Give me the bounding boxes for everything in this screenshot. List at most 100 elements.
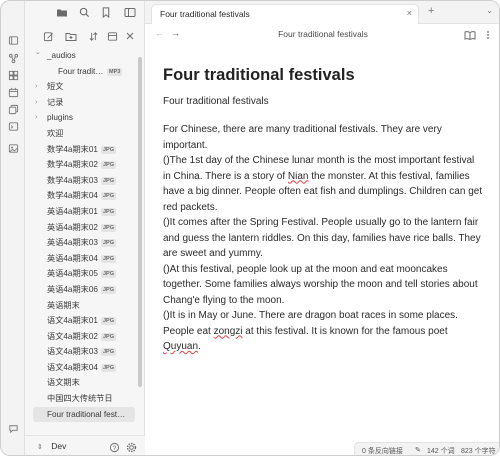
sidebar-header bbox=[25, 1, 145, 23]
sort-icon[interactable] bbox=[86, 29, 100, 43]
view-header: ← → Four traditional festivals bbox=[145, 24, 499, 45]
file-extension-badge: JPG bbox=[101, 192, 117, 201]
note-document[interactable]: Four traditional festivals Four traditio… bbox=[163, 65, 483, 355]
folder-item[interactable]: › 短文 bbox=[25, 79, 139, 95]
chevron-updown-icon: ⇕ bbox=[37, 444, 43, 451]
note-subtitle[interactable]: Four traditional festivals bbox=[163, 95, 483, 108]
tree-item-label: 记录 bbox=[47, 97, 64, 107]
help-icon[interactable]: ? bbox=[107, 440, 121, 454]
paragraph-text: For Chinese, there are many traditional … bbox=[163, 124, 442, 151]
chevron-right-icon[interactable]: › bbox=[35, 79, 37, 95]
file-item[interactable]: 语文期末 bbox=[25, 375, 139, 391]
breadcrumb-title[interactable]: Four traditional festivals bbox=[145, 29, 499, 39]
file-item[interactable]: 英语4a期末05 JPG bbox=[25, 266, 139, 282]
file-item[interactable]: Four tradit… MP3 bbox=[25, 64, 139, 80]
vault-footer: ⇕ Dev ? bbox=[25, 435, 145, 455]
search-icon[interactable] bbox=[77, 5, 91, 19]
image-icon[interactable] bbox=[6, 141, 20, 155]
chevron-right-icon[interactable]: › bbox=[35, 95, 37, 111]
bookmark-icon[interactable] bbox=[99, 5, 113, 19]
note-paragraph[interactable]: ()It comes after the Spring Festival. Pe… bbox=[163, 215, 483, 262]
copy-icon[interactable] bbox=[6, 102, 20, 116]
graph-icon[interactable] bbox=[6, 51, 20, 65]
tree-item-label: 语文4a期末03 bbox=[47, 347, 98, 357]
collapse-icon[interactable] bbox=[105, 29, 119, 43]
chat-icon[interactable] bbox=[6, 421, 20, 435]
chevron-down-icon[interactable]: ⌄ bbox=[35, 48, 41, 61]
backlinks-count[interactable]: 0 条反向链接 bbox=[362, 446, 403, 455]
tree-item-label: 欢迎 bbox=[47, 128, 64, 138]
reading-view-icon[interactable] bbox=[463, 28, 477, 42]
folder-item[interactable]: › plugins bbox=[25, 110, 139, 126]
file-tree: ⌄ _audios Four tradit… MP3 › 短文 › 记录 › plugins 欢迎数… bbox=[25, 48, 139, 423]
tree-item-label: 英语4a期末06 bbox=[47, 284, 98, 294]
new-note-icon[interactable] bbox=[41, 29, 55, 43]
tree-item-label: 数学4a期末04 bbox=[47, 191, 98, 201]
sidebar-toggle-icon[interactable] bbox=[123, 5, 137, 19]
note-paragraph[interactable]: ()It is in May or June. There are dragon… bbox=[163, 308, 483, 355]
file-item[interactable]: 英语4a期末02 JPG bbox=[25, 220, 139, 236]
file-item[interactable]: 语文4a期末03 JPG bbox=[25, 344, 139, 360]
file-item[interactable]: 欢迎 bbox=[25, 126, 139, 142]
file-item[interactable]: 英语4a期末04 JPG bbox=[25, 251, 139, 267]
file-extension-badge: JPG bbox=[101, 223, 117, 232]
file-item[interactable]: 中国四大传统节日 bbox=[25, 391, 139, 407]
tree-item-label: 英语4a期末04 bbox=[47, 253, 98, 263]
file-item[interactable]: 英语4a期末01 JPG bbox=[25, 204, 139, 220]
tab-close-icon[interactable]: × bbox=[407, 8, 412, 18]
file-extension-badge: JPG bbox=[101, 161, 117, 170]
note-paragraph[interactable]: For Chinese, there are many traditional … bbox=[163, 122, 483, 153]
file-item[interactable]: 英语4a期末06 JPG bbox=[25, 282, 139, 298]
close-icon[interactable] bbox=[123, 29, 137, 43]
sidebar-scrollbar[interactable] bbox=[138, 57, 142, 387]
tree-item-label: Four traditional fest… bbox=[47, 409, 126, 419]
file-item[interactable]: 数学4a期末04 JPG bbox=[25, 188, 139, 204]
new-tab-button[interactable]: + bbox=[428, 5, 434, 17]
tree-item-label: 数学4a期末03 bbox=[47, 175, 98, 185]
more-options-icon[interactable] bbox=[481, 28, 495, 42]
misspelled-word: Nian bbox=[287, 170, 309, 182]
note-paragraph[interactable]: ()The 1st day of the Chinese lunar month… bbox=[163, 153, 483, 215]
new-folder-icon[interactable] bbox=[64, 29, 78, 43]
file-extension-badge: JPG bbox=[101, 176, 117, 185]
file-item[interactable]: 数学4a期末03 JPG bbox=[25, 173, 139, 189]
tree-item-label: 英语4a期末05 bbox=[47, 269, 98, 279]
sidebar-folder-icon[interactable] bbox=[6, 33, 20, 47]
tab-four-traditional-festivals[interactable]: Four traditional festivals × bbox=[151, 4, 419, 24]
file-item[interactable]: 数学4a期末02 JPG bbox=[25, 157, 139, 173]
terminal-icon[interactable] bbox=[6, 119, 20, 133]
tree-item-label: 数学4a期末01 bbox=[47, 144, 98, 154]
tree-item-label: 语文4a期末01 bbox=[47, 316, 98, 326]
file-item[interactable]: 语文4a期末02 JPG bbox=[25, 329, 139, 345]
note-paragraph[interactable]: ()At this festival, people look up at th… bbox=[163, 262, 483, 309]
edit-icon[interactable]: ✎ bbox=[415, 446, 421, 454]
file-item[interactable]: 英语期末 bbox=[25, 298, 139, 314]
folder-icon[interactable] bbox=[55, 5, 69, 19]
file-extension-badge: JPG bbox=[101, 332, 117, 341]
chevron-right-icon[interactable]: › bbox=[35, 110, 37, 126]
file-item[interactable]: 语文4a期末01 JPG bbox=[25, 313, 139, 329]
note-body[interactable]: For Chinese, there are many traditional … bbox=[163, 122, 483, 355]
tree-item-label: 语文4a期末04 bbox=[47, 362, 98, 372]
tab-list-chevron-icon[interactable]: ⌄ bbox=[486, 6, 493, 15]
folder-item[interactable]: ⌄ _audios bbox=[25, 48, 139, 64]
tree-item-label: Four tradit… bbox=[58, 66, 104, 76]
calendar-icon[interactable] bbox=[6, 85, 20, 99]
file-extension-badge: JPG bbox=[101, 363, 117, 372]
note-title[interactable]: Four traditional festivals bbox=[163, 65, 483, 85]
file-item[interactable]: 英语4a期末03 JPG bbox=[25, 235, 139, 251]
file-explorer-toolbar bbox=[25, 27, 145, 45]
tree-item-label: 数学4a期末02 bbox=[47, 160, 98, 170]
file-item[interactable]: 语文4a期末04 JPG bbox=[25, 360, 139, 376]
vault-switcher[interactable]: ⇕ Dev bbox=[37, 441, 66, 451]
grid-icon[interactable] bbox=[6, 68, 20, 82]
settings-icon[interactable] bbox=[124, 440, 138, 454]
file-explorer-sidebar: ⌄ _audios Four tradit… MP3 › 短文 › 记录 › plugins 欢迎数… bbox=[25, 1, 145, 455]
file-extension-badge: JPG bbox=[101, 239, 117, 248]
file-extension-badge: JPG bbox=[101, 254, 117, 263]
folder-item[interactable]: › 记录 bbox=[25, 95, 139, 111]
file-item[interactable]: Four traditional fest… bbox=[33, 406, 135, 423]
tab-bar: Four traditional festivals × + ⌄ bbox=[145, 1, 499, 24]
file-item[interactable]: 数学4a期末01 JPG bbox=[25, 142, 139, 158]
editor-pane[interactable]: Four traditional festivals Four traditio… bbox=[145, 45, 499, 436]
